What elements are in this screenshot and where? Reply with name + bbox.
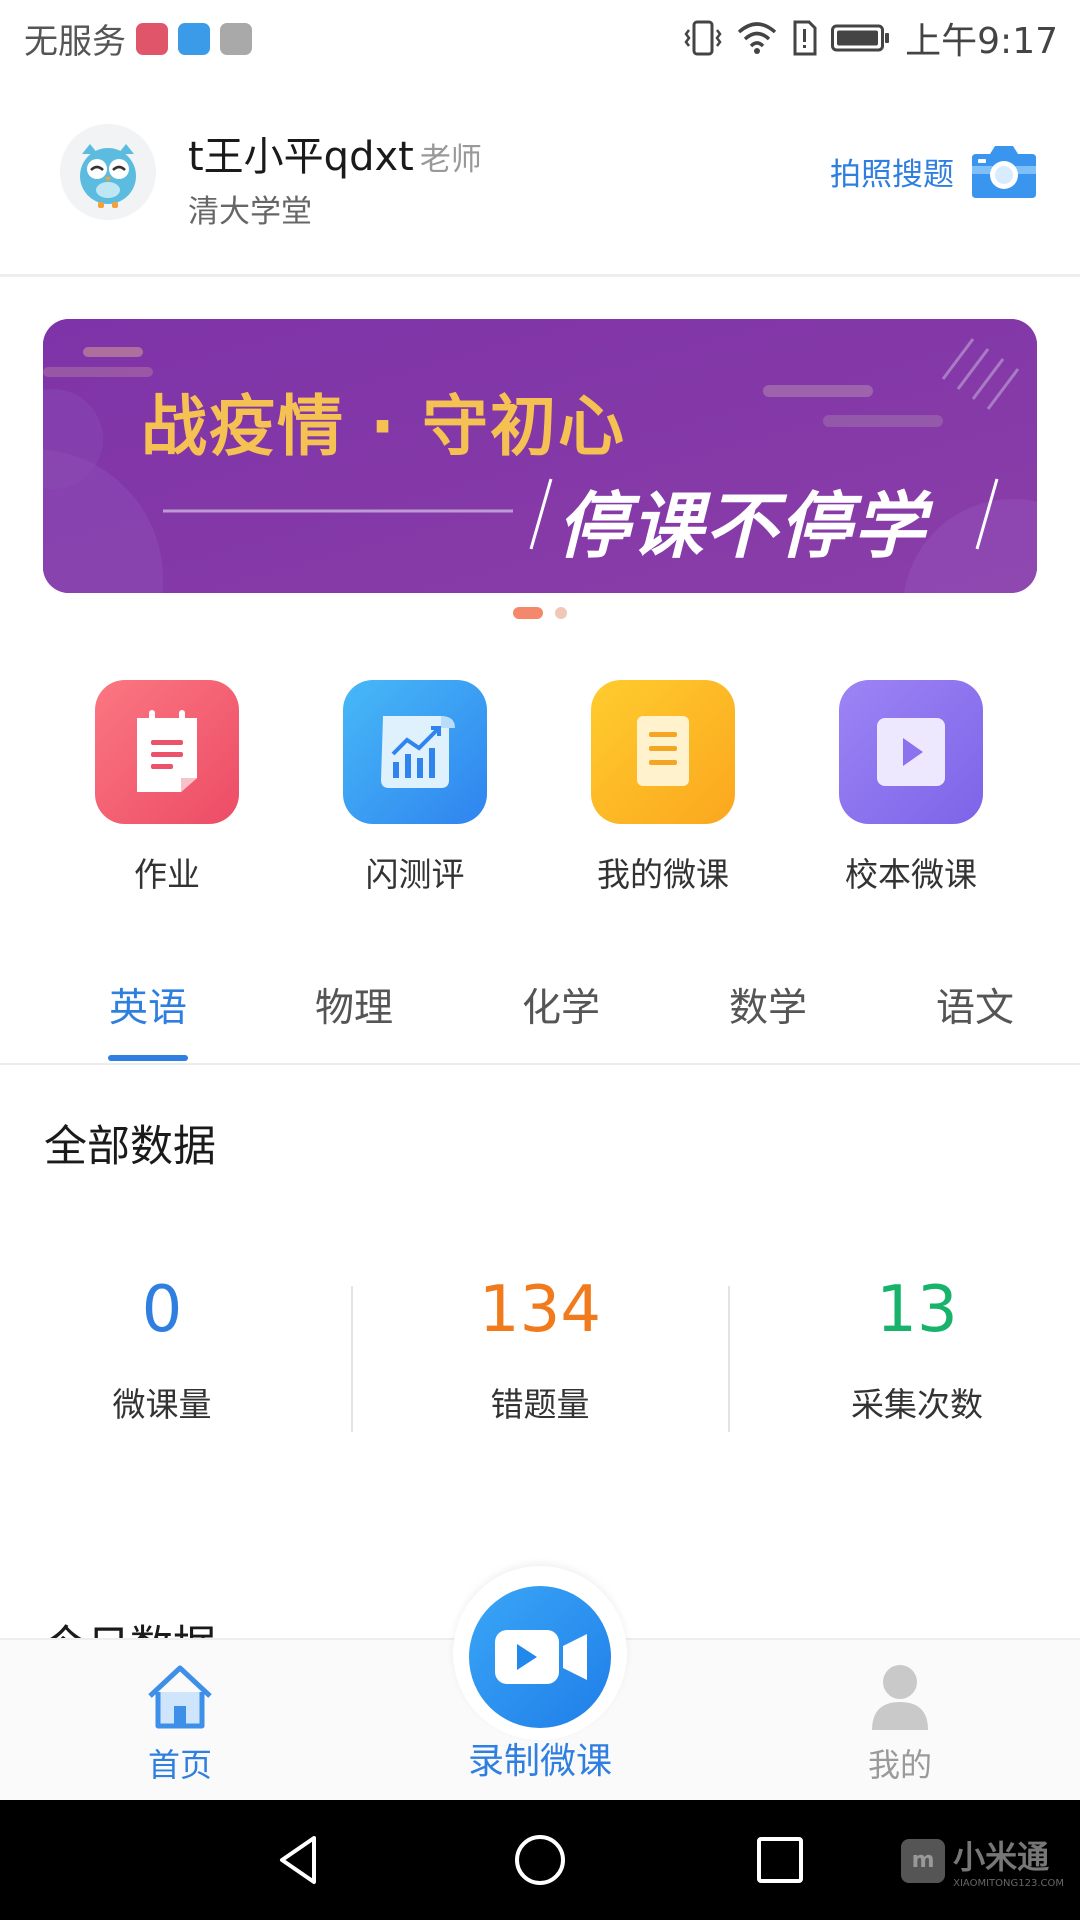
heart-app-icon (178, 22, 210, 55)
all-data-stats: 0 微课量 134 错题量 13 采集次数 (0, 1270, 1080, 1450)
tab-math[interactable]: 数学 (708, 977, 828, 1033)
watermark-text: 小米通 (953, 1838, 1050, 1876)
vmall-icon (136, 22, 168, 55)
quick-entry-quick-test[interactable]: 闪测评 (315, 680, 515, 896)
recents-icon[interactable] (750, 1830, 810, 1890)
photo-search-label: 拍照搜题 (830, 156, 954, 193)
banner-pagination (0, 607, 1080, 621)
all-data-title: 全部数据 (44, 1122, 216, 1172)
stat-divider (351, 1286, 353, 1432)
stat-wrong-questions[interactable]: 134 错题量 (390, 1270, 690, 1426)
watermark-text-group: 小米通 XIAOMITONG123.COM (953, 1832, 1064, 1889)
sim-alert-icon (793, 20, 817, 56)
person-icon (872, 1665, 928, 1730)
banner-dot[interactable] (555, 607, 567, 619)
owl-avatar-icon[interactable] (60, 124, 156, 220)
banner-title-1: 战疫情 · 守初心 (141, 388, 627, 465)
nav-mine[interactable]: 我的 (800, 1640, 1000, 1802)
user-name: t王小平qdxt (188, 134, 414, 180)
battery-icon (831, 24, 890, 52)
tab-active-indicator (108, 1055, 188, 1061)
quick-entry-label: 我的微课 (597, 855, 729, 894)
stat-label: 微课量 (112, 1385, 212, 1424)
photo-search-button[interactable]: 拍照搜题 (830, 142, 1038, 200)
clock-text: 上午9:17 (905, 21, 1058, 62)
user-header: t王小平qdxt 老师 清大学堂 拍照搜题 (0, 74, 1080, 277)
home-icon (148, 1665, 212, 1729)
watermark: m 小米通 XIAOMITONG123.COM (901, 1832, 1064, 1889)
stat-value: 0 (141, 1273, 183, 1347)
tab-chinese[interactable]: 语文 (915, 977, 1035, 1033)
my-microlesson-icon (591, 680, 735, 824)
status-right: 上午9:17 (683, 12, 1058, 64)
status-bar: 无服务 上午9:17 (0, 0, 1080, 74)
user-role: 老师 (419, 142, 482, 178)
stat-value: 134 (478, 1273, 602, 1347)
record-microlesson-label: 录制微课 (467, 1741, 612, 1782)
chat-app-icon (220, 22, 252, 55)
tab-physics[interactable]: 物理 (294, 977, 414, 1033)
quick-entry-school-microlesson[interactable]: 校本微课 (811, 680, 1011, 896)
stat-label: 错题量 (490, 1385, 590, 1424)
stat-value: 13 (876, 1273, 958, 1347)
subject-tabs: 英语 物理 化学 数学 语文 (0, 955, 1080, 1065)
quick-test-icon (343, 680, 487, 824)
quick-entry-label: 闪测评 (365, 855, 465, 894)
today-data-title: 今日数据 (44, 1612, 216, 1638)
watermark-logo-icon: m (901, 1838, 946, 1883)
banner-dot-active[interactable] (513, 607, 543, 619)
nav-mine-label: 我的 (867, 1746, 932, 1784)
quick-entry-my-microlesson[interactable]: 我的微课 (563, 680, 763, 896)
camera-icon (972, 146, 1036, 198)
wifi-icon (737, 22, 777, 54)
nav-home[interactable]: 首页 (80, 1640, 280, 1802)
record-microlesson-button[interactable] (469, 1586, 611, 1728)
system-navigation-bar: m 小米通 XIAOMITONG123.COM (0, 1800, 1080, 1920)
stat-microlessons[interactable]: 0 微课量 (12, 1270, 312, 1426)
user-school: 清大学堂 (188, 194, 312, 230)
stat-collections[interactable]: 13 采集次数 (767, 1270, 1067, 1426)
vibrate-icon (684, 20, 722, 56)
watermark-sub: XIAOMITONG123.COM (953, 1878, 1064, 1889)
quick-entry-label: 校本微课 (845, 855, 977, 894)
homework-icon (95, 680, 239, 824)
carrier-text: 无服务 (24, 22, 126, 62)
tab-english[interactable]: 英语 (88, 977, 208, 1033)
school-microlesson-icon (839, 680, 983, 824)
promo-banner[interactable]: 战疫情 · 守初心 停课不停学 (43, 319, 1037, 593)
user-name-line: t王小平qdxt 老师 (188, 124, 482, 182)
status-left: 无服务 (24, 14, 252, 63)
quick-entry-label: 作业 (134, 855, 200, 894)
quick-entry-homework[interactable]: 作业 (67, 680, 267, 896)
stat-divider (728, 1286, 730, 1432)
tab-chemistry[interactable]: 化学 (501, 977, 621, 1033)
nav-home-label: 首页 (147, 1746, 212, 1784)
video-camera-icon (495, 1630, 587, 1684)
back-icon[interactable] (270, 1830, 330, 1890)
banner-title-2: 停课不停学 (557, 484, 928, 568)
home-circle-icon[interactable] (510, 1830, 570, 1890)
stat-label: 采集次数 (851, 1385, 983, 1424)
quick-entries: 作业 闪测评 我的微课 校本微课 (0, 680, 1080, 894)
